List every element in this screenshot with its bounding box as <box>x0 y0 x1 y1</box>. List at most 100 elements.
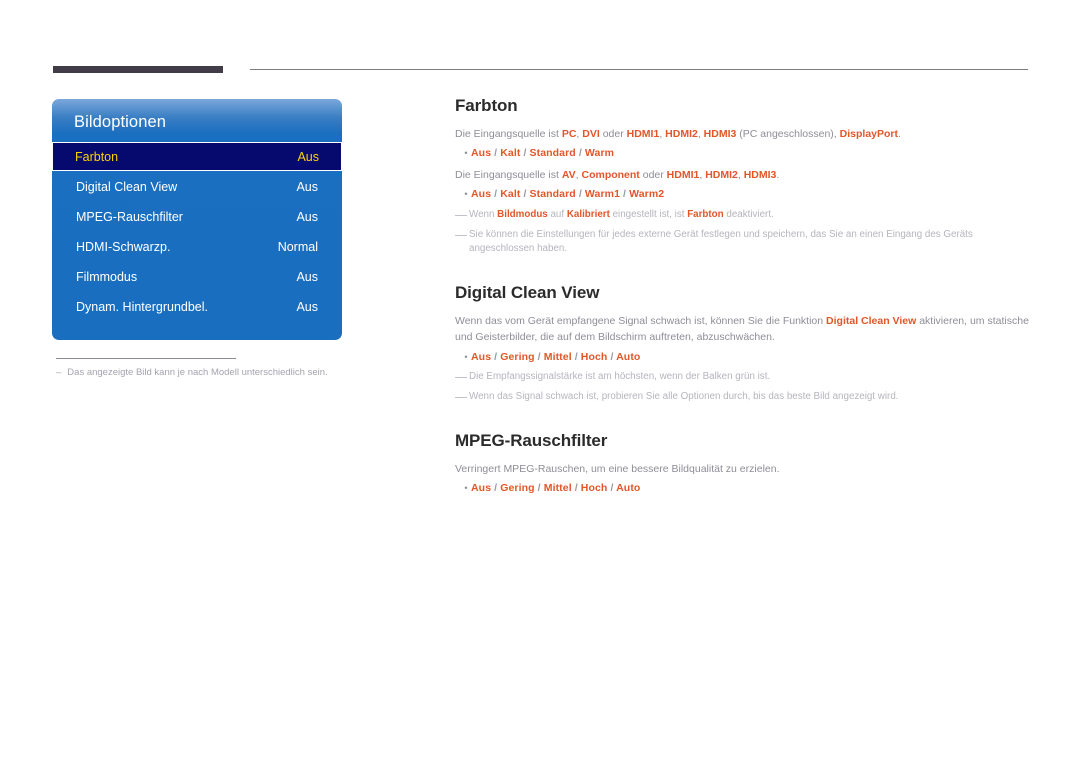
separator: / <box>575 147 585 160</box>
separator: / <box>534 482 544 495</box>
left-footnote-divider <box>56 358 236 359</box>
right-content-column: Farbton Die Eingangsquelle ist PC, DVI o… <box>455 96 1030 503</box>
section-digital-clean-view: Digital Clean View Wenn das vom Gerät em… <box>455 283 1030 405</box>
term-hdmi3: HDMI3 <box>703 128 737 140</box>
term-hdmi1: HDMI1 <box>626 128 660 140</box>
dcv-options: • Aus / Gering / Mittel / Hoch / Auto <box>455 350 1030 366</box>
term-kalibriert: Kalibriert <box>566 209 610 221</box>
term-hdmi2: HDMI2 <box>665 128 698 140</box>
option-warm1: Warm1 <box>584 188 621 201</box>
separator: / <box>571 482 581 495</box>
osd-row-label: Digital Clean View <box>76 179 178 194</box>
option-kalt: Kalt <box>500 188 521 201</box>
option-hoch: Hoch <box>580 350 608 363</box>
separator: / <box>534 350 544 363</box>
farbton-option-list-2: Aus / Kalt / Standard / Warm1 / Warm2 <box>471 187 664 203</box>
osd-row-digital-clean-view[interactable]: Digital Clean View Aus <box>73 172 321 201</box>
option-aus: Aus <box>471 350 492 363</box>
term-displayport: DisplayPort <box>839 128 899 140</box>
bullet-dot-icon: • <box>464 189 468 200</box>
mpeg-paragraph: Verringert MPEG-Rauschen, um eine besser… <box>455 462 780 475</box>
option-kalt: Kalt <box>500 147 521 160</box>
text-fragment: Die Eingangsquelle ist <box>455 169 562 182</box>
osd-row-hdmi-schwarzp[interactable]: HDMI-Schwarzp. Normal <box>73 232 321 261</box>
note-dash-icon <box>455 377 467 379</box>
dcv-paragraph: Wenn das vom Gerät empfangene Signal sch… <box>455 313 1030 346</box>
osd-row-label: Filmmodus <box>76 269 138 284</box>
separator: / <box>607 482 617 495</box>
osd-row-value: Aus <box>296 209 318 224</box>
bullet-dot-icon: • <box>464 148 468 159</box>
text-fragment: . <box>898 128 901 140</box>
osd-row-dynam-hintergrundbel[interactable]: Dynam. Hintergrundbel. Aus <box>73 292 321 321</box>
section-farbton: Farbton Die Eingangsquelle ist PC, DVI o… <box>455 96 1030 257</box>
separator: / <box>491 482 501 495</box>
section-heading-farbton: Farbton <box>455 96 518 115</box>
osd-row-farbton[interactable]: Farbton Aus <box>52 142 342 171</box>
osd-menu-list: Farbton Aus Digital Clean View Aus MPEG-… <box>52 142 342 321</box>
option-auto: Auto <box>616 350 641 363</box>
option-aus: Aus <box>471 188 492 201</box>
osd-row-label: MPEG-Rauschfilter <box>76 209 183 224</box>
osd-row-label: Dynam. Hintergrundbel. <box>76 299 209 314</box>
farbton-options-2: • Aus / Kalt / Standard / Warm1 / Warm2 <box>455 187 1030 203</box>
farbton-paragraph-2: Die Eingangsquelle ist AV, Component ode… <box>455 167 1030 183</box>
dcv-option-list: Aus / Gering / Mittel / Hoch / Auto <box>471 350 640 366</box>
separator: / <box>571 350 581 363</box>
osd-row-label: Farbton <box>75 149 119 164</box>
text-fragment: . <box>776 169 780 182</box>
bullet-dot-icon: • <box>464 483 468 494</box>
section-mpeg-rauschfilter: MPEG-Rauschfilter Verringert MPEG-Rausch… <box>455 431 1030 497</box>
dcv-note-1: Die Empfangssignalstärke ist am höchsten… <box>455 370 1030 385</box>
mpeg-options: • Aus / Gering / Mittel / Hoch / Auto <box>455 481 1030 497</box>
footnote-dash: – <box>56 367 62 378</box>
text-fragment: Wenn <box>469 209 498 221</box>
option-hoch: Hoch <box>580 482 608 495</box>
option-aus: Aus <box>471 147 492 160</box>
term-av: AV <box>561 169 576 182</box>
osd-row-filmmodus[interactable]: Filmmodus Aus <box>73 262 321 291</box>
dcv-note-2: Wenn das Signal schwach ist, probieren S… <box>455 390 1030 405</box>
option-aus: Aus <box>471 482 492 495</box>
note-text: Sie können die Einstellungen für jedes e… <box>469 228 973 255</box>
osd-row-value: Aus <box>296 299 318 314</box>
term-bildmodus: Bildmodus <box>497 209 548 221</box>
term-component: Component <box>581 169 640 182</box>
footnote-text: Das angezeigte Bild kann je nach Modell … <box>67 367 328 378</box>
osd-row-value: Aus <box>296 269 318 284</box>
option-auto: Auto <box>616 482 641 495</box>
osd-panel-title: Bildoptionen <box>74 113 167 131</box>
option-gering: Gering <box>500 350 535 363</box>
note-dash-icon <box>455 215 467 217</box>
osd-row-label: HDMI-Schwarzp. <box>76 239 171 254</box>
left-footnote: – Das angezeigte Bild kann je nach Model… <box>56 366 342 379</box>
note-dash-icon <box>455 397 467 399</box>
header-rule-thick <box>53 66 223 73</box>
term-dvi: DVI <box>582 128 600 140</box>
term-pc: PC <box>561 128 577 140</box>
left-column: Bildoptionen Farbton Aus Digital Clean V… <box>52 99 342 379</box>
option-standard: Standard <box>529 188 576 201</box>
text-fragment: (PC angeschlossen), <box>736 128 840 140</box>
farbton-note-2: Sie können die Einstellungen für jedes e… <box>455 228 1030 257</box>
term-digital-clean-view: Digital Clean View <box>826 315 917 328</box>
text-fragment: oder <box>599 128 627 140</box>
option-mittel: Mittel <box>543 482 572 495</box>
option-standard: Standard <box>529 147 576 160</box>
separator: / <box>520 188 530 201</box>
page-header-rule <box>0 0 1080 90</box>
term-hdmi3: HDMI3 <box>743 169 777 182</box>
note-dash-icon <box>455 234 467 236</box>
text-fragment: Wenn das vom Gerät empfangene Signal sch… <box>455 315 827 328</box>
separator: / <box>607 350 617 363</box>
osd-menu-panel: Bildoptionen Farbton Aus Digital Clean V… <box>52 99 342 340</box>
header-rule-thin <box>250 69 1028 70</box>
separator: / <box>491 147 501 160</box>
text-fragment: auf <box>547 209 567 221</box>
term-hdmi2: HDMI2 <box>705 169 738 182</box>
bullet-dot-icon: • <box>464 351 468 362</box>
osd-row-mpeg-rauschfilter[interactable]: MPEG-Rauschfilter Aus <box>73 202 321 231</box>
osd-row-value: Aus <box>297 149 319 164</box>
text-fragment: oder <box>639 169 667 182</box>
separator: / <box>575 188 585 201</box>
